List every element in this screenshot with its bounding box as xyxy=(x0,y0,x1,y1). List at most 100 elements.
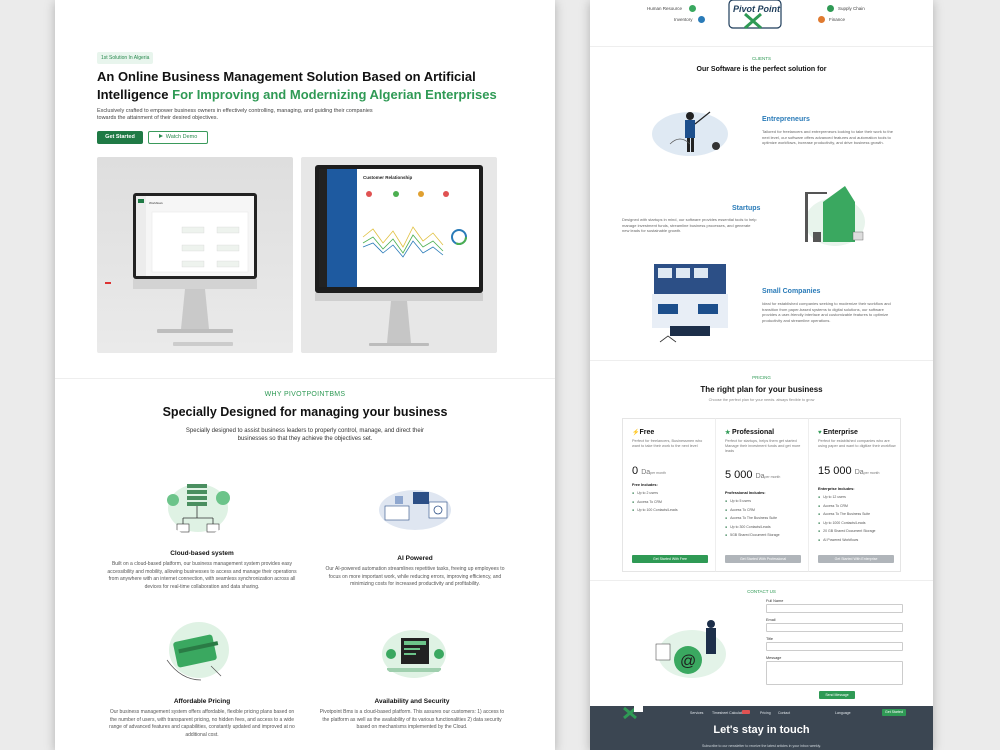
hero-subtitle: Exclusively crafted to empower business … xyxy=(97,108,373,121)
supply-chain-icon xyxy=(827,5,834,12)
plan-professional-features: Up to 5 users Access To CRM Access To Th… xyxy=(725,499,780,542)
plan-free-price: 0 Daper month xyxy=(632,465,666,477)
footer-get-started-button[interactable]: Get Started xyxy=(882,709,906,716)
plan-free-price-value: 0 xyxy=(632,465,639,477)
why-subtitle: Specially designed to assist business le… xyxy=(185,428,425,442)
plan-enterprise-desc: Perfect for established companies who ar… xyxy=(818,439,896,448)
workflow-screenshot: Workflows xyxy=(97,157,293,353)
watch-demo-label: Watch Demo xyxy=(165,134,198,140)
cloud-server-illustration xyxy=(167,484,230,533)
plan-feature: Access To The Business Suite xyxy=(818,512,875,521)
divider xyxy=(590,580,933,581)
feature-cloud: Cloud-based system Built on a cloud-base… xyxy=(107,550,297,591)
plan-feature: Access To CRM xyxy=(818,504,875,513)
get-started-enterprise-button[interactable]: Get Started With Enterprise xyxy=(818,555,894,563)
hero-title-prefix: Intelligence xyxy=(97,87,173,102)
small-company-illustration xyxy=(652,264,728,343)
plan-free: ⚡Free Perfect for freelancers, Businessm… xyxy=(622,418,715,572)
star-icon: ★ xyxy=(725,430,733,436)
imac-workflow-image: Workflows xyxy=(105,193,257,346)
plan-feature: Up to 300 Contacts/Leads xyxy=(725,525,780,534)
plan-professional-desc: Perfect for startups, helps them get sta… xyxy=(725,439,801,453)
feature-pricing-title: Affordable Pricing xyxy=(173,698,231,705)
inventory-icon xyxy=(698,16,705,23)
send-message-button[interactable]: Send Message xyxy=(819,691,855,699)
plan-free-features: Up to 2 users Access To CRM Up to 100 Co… xyxy=(632,491,678,517)
get-started-free-button[interactable]: Get Started With Free xyxy=(632,555,708,563)
footer-nav-pricing[interactable]: Pricing xyxy=(760,711,771,715)
logo-text: Pivot Point xyxy=(733,4,781,14)
contact-illustration: @ xyxy=(655,620,726,678)
module-inventory: Inventory xyxy=(674,17,693,22)
plan-feature: Up to 2 users xyxy=(632,491,678,500)
get-started-button[interactable]: Get Started xyxy=(97,131,143,144)
plan-free-price-unit: Da xyxy=(641,469,651,476)
entrepreneur-illustration xyxy=(652,111,728,156)
pricing-subtitle: Choose the perfect plan for your needs. … xyxy=(708,398,815,402)
hr-icon xyxy=(689,5,696,12)
landing-page-left: 1st Solution In Algeria An Online Busine… xyxy=(55,0,555,750)
hero-title-green: For Improving and Modernizing Algerian E… xyxy=(172,87,497,102)
plan-feature: Up to 1000 Contacts/Leads xyxy=(818,521,875,530)
plan-free-price-per: per month xyxy=(650,471,666,475)
plan-enterprise-price: 15 000 Daper month xyxy=(818,465,879,477)
hero-badge: 1st Solution In Algeria xyxy=(97,52,154,64)
footer-language[interactable]: Language xyxy=(835,711,851,715)
plan-feature: AI Powered Workflows xyxy=(818,538,875,547)
feature-pricing-desc: Our business management system offers af… xyxy=(109,709,295,738)
finance-icon xyxy=(818,16,825,23)
footer-nav-services[interactable]: Services xyxy=(690,711,703,715)
client-startups-title: Startups xyxy=(732,205,761,212)
feature-security-desc: Pivotpoint Bms is a cloud-based platform… xyxy=(319,709,505,730)
plan-enterprise-price-per: per month xyxy=(863,471,880,475)
plan-professional-price-unit: Da xyxy=(755,473,765,480)
title-label: Title xyxy=(766,637,774,641)
footer-title: Let's stay in touch xyxy=(713,724,810,736)
feature-ai-desc: Our AI-powered automation streamlines re… xyxy=(325,566,505,587)
security-illustration xyxy=(382,630,446,678)
plan-professional-price-value: 5 000 xyxy=(725,469,753,481)
client-entrepreneurs-title: Entrepreneurs xyxy=(762,116,810,123)
landing-page-right: Human Resource Inventory Pivot Point Sup… xyxy=(590,0,933,750)
contact-eyebrow: CONTACT US xyxy=(747,589,776,594)
email-input[interactable] xyxy=(766,623,903,632)
full-name-input[interactable] xyxy=(766,604,903,613)
footer-nav-contact[interactable]: Contact xyxy=(778,711,790,715)
client-entrepreneurs-desc: Tailored for freelancers and entrepreneu… xyxy=(762,129,893,145)
plan-feature: Access To The Business Suite xyxy=(725,516,780,525)
plan-enterprise-name-text: Enterprise xyxy=(823,429,858,436)
module-human-resource: Human Resource xyxy=(647,6,683,11)
plan-free-name: ⚡Free xyxy=(632,429,654,436)
feature-security-title: Availability and Security xyxy=(374,698,450,705)
feature-pricing: Affordable Pricing Our business manageme… xyxy=(107,698,297,739)
module-finance: Finance xyxy=(829,17,846,22)
message-textarea[interactable] xyxy=(766,661,903,685)
feature-ai-title: AI Powered xyxy=(397,555,433,562)
startup-illustration xyxy=(805,186,865,246)
plan-free-desc: Perfect for freelancers, Businessmen who… xyxy=(632,439,703,448)
plan-professional-price-per: per month xyxy=(764,475,781,479)
plan-feature: 5GB Shared Document Storage xyxy=(725,533,779,542)
pricing-eyebrow: PRICING xyxy=(752,375,771,380)
module-supply-chain: Supply Chain xyxy=(838,6,865,11)
full-name-label: Full Name xyxy=(766,599,784,603)
play-icon xyxy=(158,134,163,138)
client-small-companies-title: Small Companies xyxy=(762,288,821,295)
clients-title: Our Software is the perfect solution for xyxy=(696,66,827,73)
feature-security: Availability and Security Pivotpoint Bms… xyxy=(317,698,507,732)
screen1-label: Workflows xyxy=(149,201,163,205)
plan-free-includes: Free Includes: xyxy=(632,483,658,487)
divider xyxy=(590,360,933,361)
plan-feature: Access To CRM xyxy=(725,508,780,517)
plan-free-name-text: Free xyxy=(639,429,655,436)
watch-demo-button[interactable]: Watch Demo xyxy=(148,131,208,144)
plan-enterprise: ♥ Enterprise Perfect for established com… xyxy=(808,418,901,572)
hero-title: An Online Business Management Solution B… xyxy=(97,68,517,104)
plan-feature: 20 GB Shared Document Storage xyxy=(818,529,875,538)
get-started-professional-button[interactable]: Get Started With Professional xyxy=(725,555,801,563)
feature-ai: AI Powered Our AI-powered automation str… xyxy=(320,555,510,589)
title-input[interactable] xyxy=(766,642,903,651)
plan-enterprise-name: ♥ Enterprise xyxy=(818,429,858,436)
hero-title-line1: An Online Business Management Solution B… xyxy=(97,69,476,84)
footer-subtitle: Subscribe to our newsletter to receive t… xyxy=(702,744,821,748)
